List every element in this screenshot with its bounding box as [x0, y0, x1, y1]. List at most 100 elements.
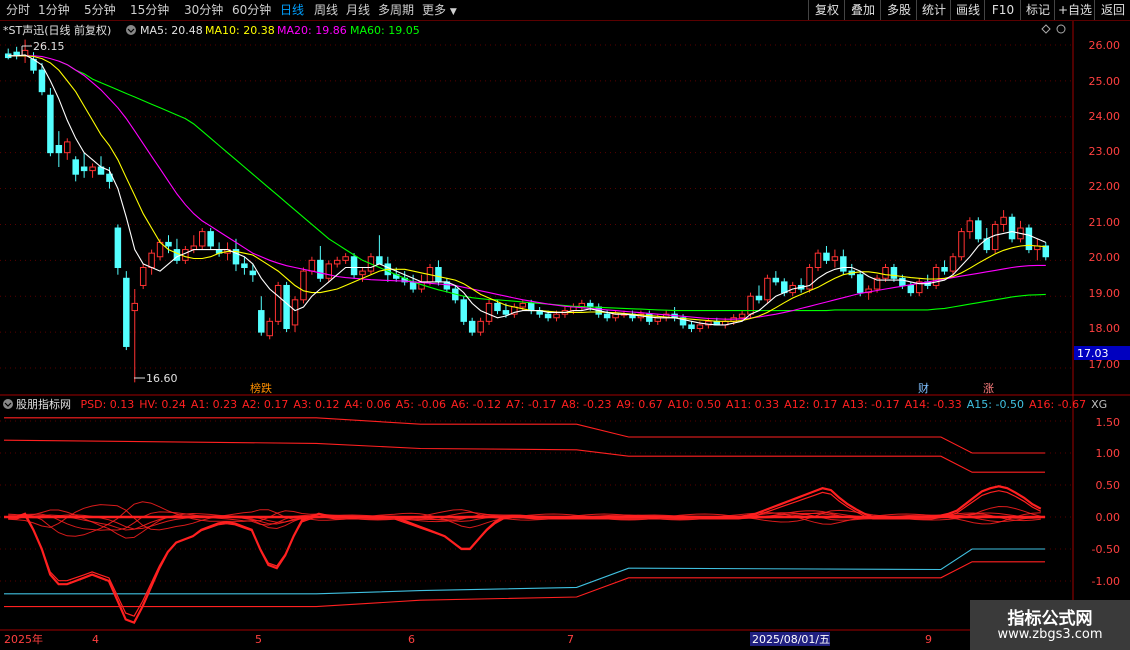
marker-label: 榜跌 [250, 381, 272, 395]
date-label: 5 [255, 633, 262, 646]
date-label-current: 2025/08/01/五 [752, 633, 830, 646]
candle-body [949, 256, 957, 272]
candle-body [485, 302, 493, 322]
candle-body [291, 299, 299, 326]
event-marker[interactable]: 涨 [983, 382, 994, 395]
candle-body [258, 310, 265, 333]
candle-body [603, 313, 611, 319]
candle-body [814, 252, 822, 269]
candle-body [376, 256, 383, 265]
diamond-icon[interactable] [1041, 24, 1051, 34]
candle-body [64, 141, 71, 154]
high-price-label: 26.15 [33, 40, 65, 53]
candle-body [544, 313, 552, 319]
candle-body [342, 256, 349, 261]
chevron-down-icon[interactable] [126, 25, 136, 35]
candle-body [435, 267, 442, 283]
candle-body [165, 241, 172, 247]
event-marker[interactable]: 榜跌 [250, 381, 272, 395]
candle-body [899, 277, 906, 286]
candle-body [781, 281, 788, 294]
candle-body [477, 320, 484, 333]
indicator-axis: 1.50 1.00 0.50 0.00 -0.50 -1.00 [1092, 416, 1120, 588]
price-tick: 25.00 [1089, 75, 1121, 88]
candle-body [958, 231, 965, 258]
candle-body [553, 313, 560, 319]
price-tick: 20.00 [1089, 251, 1121, 264]
price-tick: 21.00 [1089, 216, 1121, 229]
candle-body [38, 69, 46, 93]
candle-body [241, 263, 248, 269]
indicator-lines [3, 417, 1045, 624]
date-label: 9 [925, 633, 932, 646]
moving-average-lines [8, 54, 1047, 326]
indicator-tick: -1.00 [1092, 575, 1120, 588]
indicator-value-label: PSD: 0.13 [81, 398, 135, 411]
candle-body [317, 259, 324, 279]
circle-icon[interactable] [1056, 24, 1066, 34]
chevron-down-icon[interactable] [3, 399, 13, 409]
indicator-value-label: A13: -0.17 [842, 398, 899, 411]
watermark-url: www.zbgs3.com [997, 627, 1103, 642]
candle-body [190, 245, 198, 251]
indicator-level-a10 [3, 439, 1045, 473]
ma20-label: MA20: 19.86 [277, 24, 347, 37]
candle-body [907, 284, 915, 294]
indicator-value-label: A16: -0.67 [1029, 398, 1086, 411]
date-label: 6 [408, 633, 415, 646]
candle-body [300, 270, 307, 301]
indicator-tick: 0.50 [1096, 479, 1121, 492]
candle-body [1008, 216, 1016, 240]
candle-body [502, 310, 510, 315]
candle-body [764, 277, 771, 301]
kline-chart[interactable]: *ST声迅(日线 前复权) MA5: 20.48 MA10: 20.38 MA2… [0, 0, 1130, 650]
candle-body [941, 267, 948, 272]
indicator-tick: -0.50 [1092, 543, 1120, 556]
candle-body [55, 144, 63, 154]
candle-body [114, 227, 122, 269]
indicator-value-label: A11: 0.33 [726, 398, 779, 411]
candle-body [890, 267, 898, 279]
candle-body [494, 302, 501, 312]
indicator-value-label: A1: 0.23 [191, 398, 237, 411]
indicator-value-label: A12: 0.17 [784, 398, 837, 411]
candle-body [460, 299, 467, 322]
indicator-value-label: A5: -0.06 [396, 398, 446, 411]
event-marker[interactable]: 财 [918, 381, 929, 395]
watermark-title: 指标公式网 [1007, 609, 1093, 629]
candle-body [72, 159, 79, 175]
candle-body [1025, 227, 1033, 251]
indicator-value-label: A9: 0.67 [617, 398, 663, 411]
indicator-hv-line [8, 490, 1042, 617]
candle-body [688, 324, 695, 330]
indicator-band-line [8, 509, 1041, 539]
candle-body [350, 256, 358, 276]
indicator-tick: 1.00 [1096, 447, 1121, 460]
indicator-value-label: A2: 0.17 [242, 398, 288, 411]
price-tick: 18.00 [1089, 322, 1121, 335]
candle-body [882, 267, 889, 279]
indicator-value-label: A3: 0.12 [293, 398, 339, 411]
current-price-label: 17.03 [1077, 347, 1109, 360]
ma5-label: MA5: 20.48 [140, 24, 203, 37]
indicator-tick: 0.00 [1096, 511, 1121, 524]
candle-body [747, 295, 754, 315]
candle-body [283, 284, 290, 330]
date-axis: 2025年 4 5 6 7 2025/08/01/五 9 [4, 632, 932, 646]
candle-body [333, 259, 341, 265]
candle-body [831, 256, 839, 261]
indicator-value-label: A7: -0.17 [506, 398, 556, 411]
date-label: 7 [567, 633, 574, 646]
indicator-value-label: HV: 0.24 [139, 398, 186, 411]
ma60-label: MA60: 19.05 [350, 24, 420, 37]
price-tick: 19.00 [1089, 287, 1121, 300]
candle-body [308, 259, 316, 272]
watermark: 指标公式网 www.zbgs3.com [970, 600, 1130, 650]
candle-body [468, 320, 476, 333]
candle-body [738, 313, 746, 319]
candle-body [89, 166, 96, 172]
candle-body [359, 270, 366, 276]
candle-body [207, 231, 214, 247]
ma5-line [8, 54, 1047, 326]
candle-body [1042, 245, 1050, 258]
